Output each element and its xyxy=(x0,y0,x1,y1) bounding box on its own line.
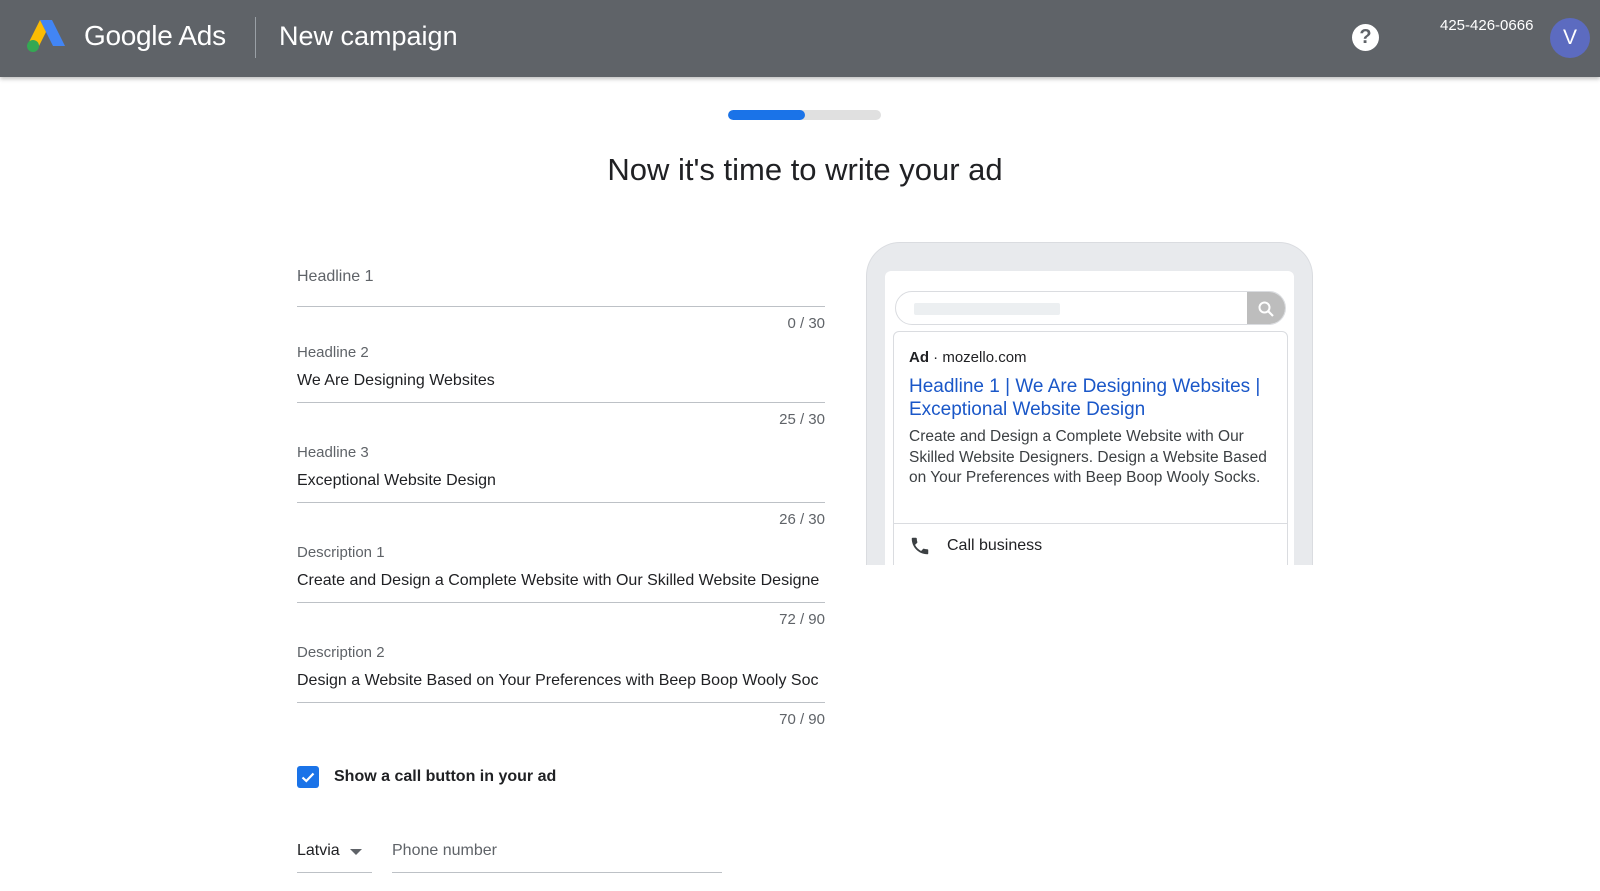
country-underline xyxy=(297,872,372,873)
description-2-counter: 70 / 90 xyxy=(779,711,825,728)
ad-separator: · xyxy=(933,349,939,366)
description-2-field[interactable]: Description 2 Design a Website Based on … xyxy=(297,644,825,728)
headline-2-input[interactable]: We Are Designing Websites xyxy=(297,372,825,392)
headline-3-underline xyxy=(297,502,825,503)
headline-1-label: Headline 1 xyxy=(297,268,374,285)
help-icon[interactable]: ? xyxy=(1352,24,1379,51)
progress-bar xyxy=(728,110,881,120)
description-1-label: Description 1 xyxy=(297,544,385,561)
headline-2-counter: 25 / 30 xyxy=(779,411,825,428)
header-divider xyxy=(255,17,256,58)
page-title: New campaign xyxy=(279,21,458,51)
phone-number-input[interactable]: Phone number xyxy=(392,842,722,874)
call-business-label: Call business xyxy=(947,537,1043,554)
country-select[interactable]: Latvia xyxy=(297,842,372,874)
headline-3-input[interactable]: Exceptional Website Design xyxy=(297,472,825,492)
headline-1-counter: 0 / 30 xyxy=(787,315,825,332)
call-button-option[interactable]: Show a call button in your ad xyxy=(297,766,556,788)
ad-divider xyxy=(894,523,1287,524)
product-name: Google Ads xyxy=(84,20,226,51)
ad-display-url: Ad · mozello.com xyxy=(909,349,1027,366)
headline-2-label: Headline 2 xyxy=(297,344,369,361)
call-button-label: Show a call button in your ad xyxy=(334,768,557,785)
headline-3-field[interactable]: Headline 3 Exceptional Website Design 26… xyxy=(297,444,825,528)
headline-3-counter: 26 / 30 xyxy=(779,511,825,528)
headline-1-underline xyxy=(297,306,825,307)
phone-number-placeholder: Phone number xyxy=(392,842,497,859)
page-heading: Now it's time to write your ad xyxy=(607,152,1003,187)
headline-1-field[interactable]: Headline 1 0 / 30 xyxy=(297,268,825,332)
description-1-field[interactable]: Description 1 Create and Design a Comple… xyxy=(297,544,825,628)
top-app-bar: Google Ads New campaign ? 425-426-0666 V xyxy=(0,0,1600,77)
ad-badge: Ad xyxy=(909,349,929,366)
search-button xyxy=(1247,292,1285,324)
description-1-input[interactable]: Create and Design a Complete Website wit… xyxy=(297,572,825,592)
ad-preview-card: Ad · mozello.com Headline 1 | We Are Des… xyxy=(893,331,1288,565)
google-ads-logo xyxy=(27,20,65,52)
description-1-counter: 72 / 90 xyxy=(779,611,825,628)
description-2-label: Description 2 xyxy=(297,644,385,661)
headline-2-field[interactable]: Headline 2 We Are Designing Websites 25 … xyxy=(297,344,825,428)
headline-3-label: Headline 3 xyxy=(297,444,369,461)
search-placeholder-bar xyxy=(914,303,1060,315)
ad-description: Create and Design a Complete Website wit… xyxy=(909,428,1267,486)
ad-headline: Headline 1 | We Are Designing Websites |… xyxy=(909,376,1261,420)
progress-fill xyxy=(728,110,805,120)
ad-preview-phone: Ad · mozello.com Headline 1 | We Are Des… xyxy=(866,242,1313,565)
dropdown-arrow-icon xyxy=(350,849,362,855)
ad-call-row: Call business xyxy=(909,534,1042,558)
search-icon xyxy=(1258,301,1274,317)
description-2-input[interactable]: Design a Website Based on Your Preferenc… xyxy=(297,672,825,692)
phone-icon xyxy=(911,537,929,555)
call-button-checkbox[interactable] xyxy=(297,766,319,788)
checkmark-icon xyxy=(301,772,315,783)
phone-screen: Ad · mozello.com Headline 1 | We Are Des… xyxy=(885,271,1294,565)
description-2-underline xyxy=(297,702,825,703)
account-phone: 425-426-0666 xyxy=(1440,17,1534,34)
preview-search-bar xyxy=(895,291,1286,325)
ad-domain: mozello.com xyxy=(942,349,1027,366)
phone-number-underline xyxy=(392,872,722,873)
avatar[interactable]: V xyxy=(1550,18,1590,58)
description-1-underline xyxy=(297,602,825,603)
headline-2-underline xyxy=(297,402,825,403)
